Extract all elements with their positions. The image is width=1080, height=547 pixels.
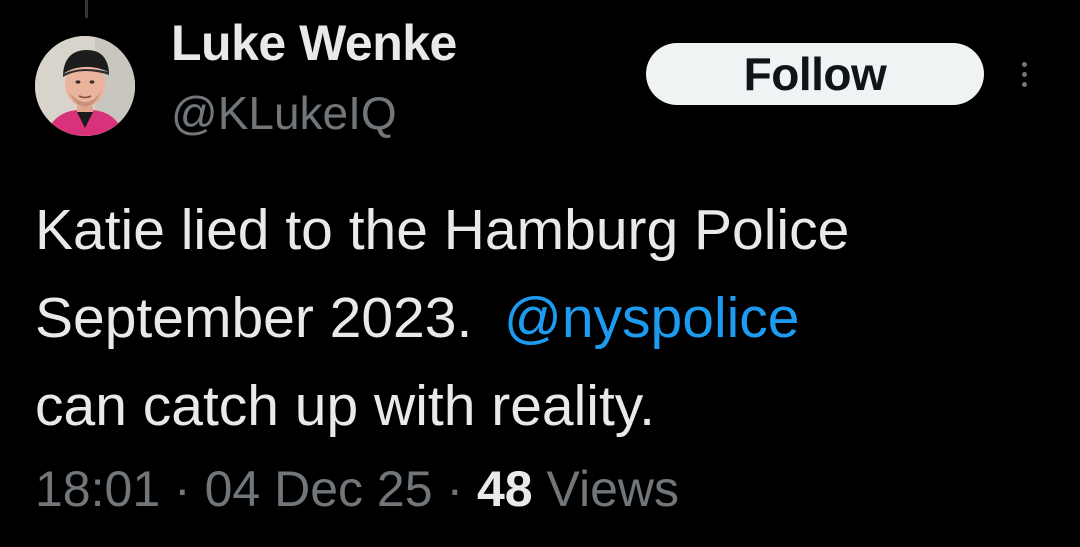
views-count[interactable]: 48	[477, 461, 533, 517]
meta-separator: ·	[174, 461, 191, 517]
more-dot	[1021, 71, 1027, 77]
tweet-meta: 18:01 · 04 Dec 25 · 48 Views	[35, 460, 679, 518]
display-name[interactable]: Luke Wenke	[171, 14, 457, 72]
tweet-time[interactable]: 18:01	[35, 461, 160, 517]
tweet-line-1: Katie lied to the Hamburg Police	[35, 198, 850, 262]
avatar-image	[35, 36, 135, 136]
thread-connector-line	[85, 0, 88, 18]
tweet-text: Katie lied to the Hamburg Police Septemb…	[35, 186, 1045, 450]
tweet-line-2: September 2023. @nyspolice	[35, 274, 1045, 362]
user-handle[interactable]: @KLukeIQ	[171, 86, 397, 140]
more-vertical-icon[interactable]	[1012, 54, 1036, 94]
avatar[interactable]	[35, 36, 135, 136]
follow-button[interactable]: Follow	[646, 43, 984, 105]
tweet-date[interactable]: 04 Dec 25	[205, 461, 433, 517]
meta-separator: ·	[446, 461, 464, 517]
mention-link[interactable]: @nyspolice	[504, 286, 800, 350]
more-dot	[1021, 81, 1027, 87]
tweet-line-3: can catch up with reality.	[35, 374, 655, 438]
tweet-line-2-text: September 2023.	[35, 286, 504, 350]
more-dot	[1021, 61, 1027, 67]
views-label[interactable]: Views	[547, 461, 679, 517]
